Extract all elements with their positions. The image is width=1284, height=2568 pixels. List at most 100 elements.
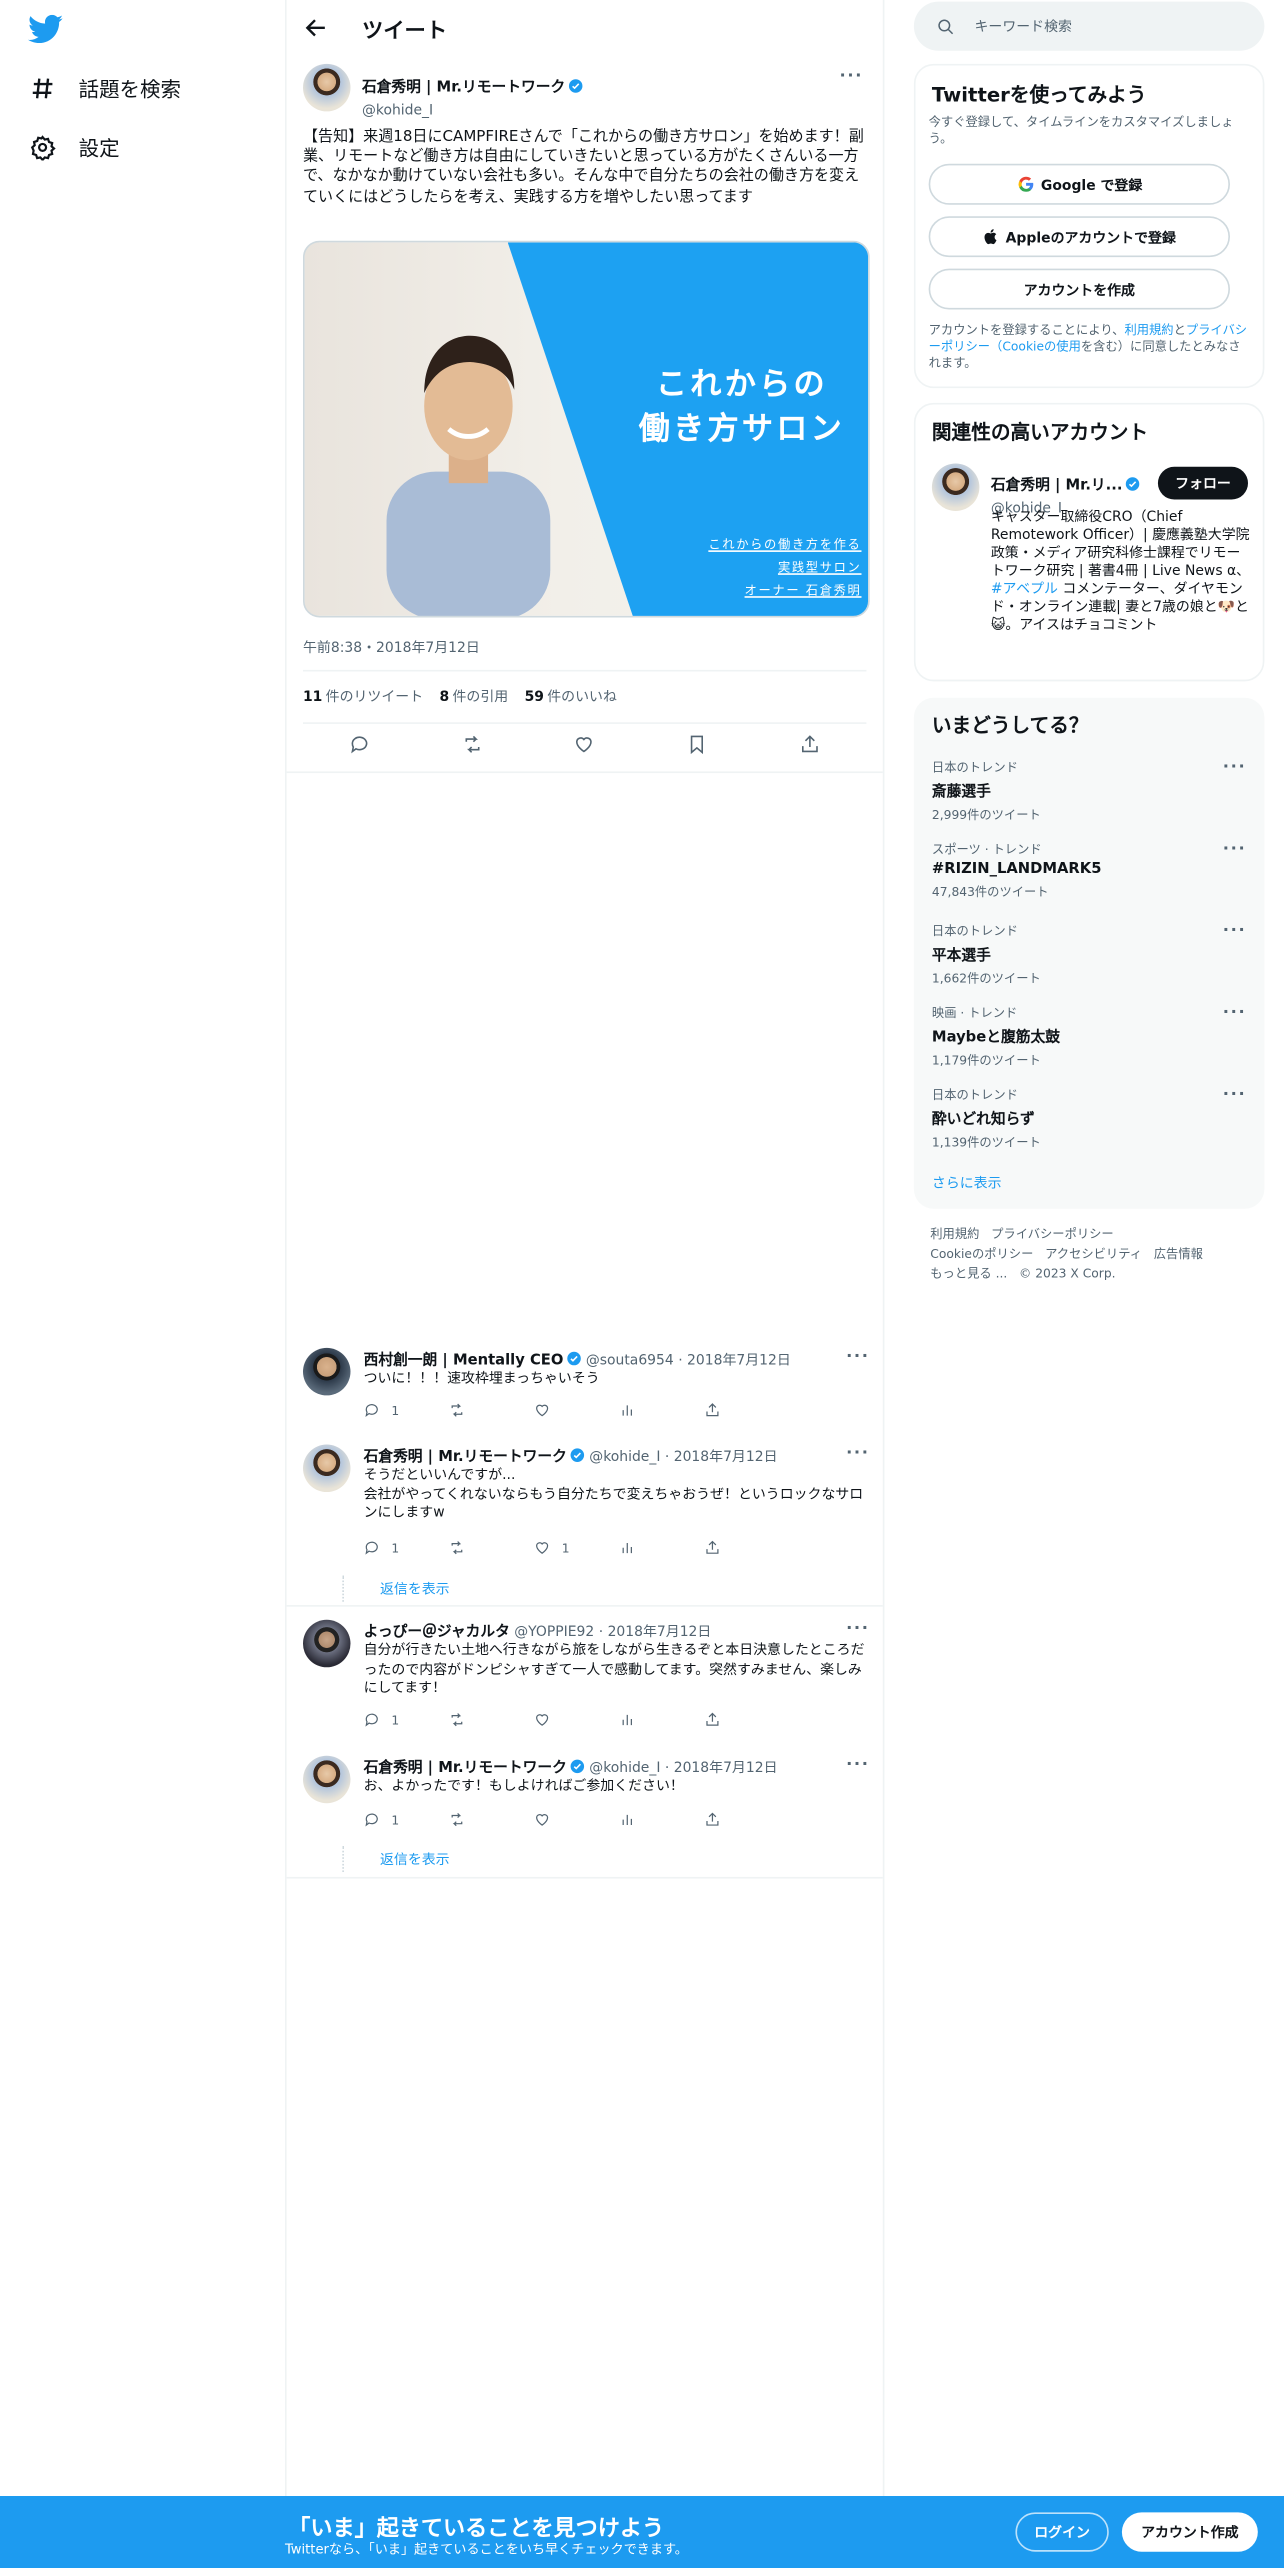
back-arrow-icon[interactable] xyxy=(303,15,329,41)
like-button[interactable] xyxy=(534,1811,619,1827)
reply-tweet[interactable]: よっぴー＠ジャカルタ @YOPPIE92 · 2018年7月12日 ··· 自分… xyxy=(302,1619,870,1735)
share-button[interactable] xyxy=(704,1402,789,1418)
like-icon[interactable] xyxy=(574,734,595,755)
reply-button[interactable]: 1 xyxy=(364,1712,449,1728)
reply-avatar[interactable] xyxy=(302,1619,351,1668)
more-options-icon[interactable]: ··· xyxy=(1223,1004,1247,1022)
footer-accessibility-link[interactable]: アクセシビリティ xyxy=(1045,1246,1142,1261)
footer-privacy-link[interactable]: プライバシーポリシー xyxy=(991,1227,1114,1242)
footer-cookie-link[interactable]: Cookieのポリシー xyxy=(930,1246,1033,1261)
author-avatar[interactable] xyxy=(302,63,351,112)
more-options-icon[interactable]: ··· xyxy=(846,1620,870,1638)
nav-explore[interactable]: 話題を検索 xyxy=(29,72,181,103)
trend-item[interactable]: 日本のトレンド 酔いどれ知らず 1,139件のツイート ··· xyxy=(932,1086,1253,1152)
reply-name[interactable]: 西村創一朗 | Mentally CEO xyxy=(364,1353,564,1369)
share-button[interactable] xyxy=(704,1712,789,1728)
reply-tweet[interactable]: 西村創一朗 | Mentally CEO @souta6954 · 2018年7… xyxy=(302,1347,870,1438)
more-options-icon[interactable]: ··· xyxy=(846,1348,870,1366)
reply-text: そうだといいんですが... 会社がやってくれないならもう自分たちで変えちゃおうぜ… xyxy=(363,1467,864,1522)
reply-avatar[interactable] xyxy=(302,1755,351,1804)
reply-handle[interactable]: @souta6954 xyxy=(586,1353,674,1369)
related-avatar[interactable] xyxy=(931,463,980,511)
reply-count: 1 xyxy=(391,1812,400,1827)
show-replies-link[interactable]: 返信を表示 xyxy=(380,1579,450,1598)
trend-item[interactable]: 日本のトレンド 斎藤選手 2,999件のツイート ··· xyxy=(932,758,1253,824)
follow-button[interactable]: フォロー xyxy=(1157,466,1249,500)
divider xyxy=(286,771,883,774)
reply-button[interactable]: 1 xyxy=(364,1540,449,1556)
like-button[interactable] xyxy=(534,1402,619,1418)
footer-ads-link[interactable]: 広告情報 xyxy=(1154,1246,1203,1261)
terms-link[interactable]: 利用規約 xyxy=(1124,323,1173,338)
bookmark-icon[interactable] xyxy=(687,734,708,755)
footer-terms-link[interactable]: 利用規約 xyxy=(930,1227,979,1242)
twitter-bird-icon[interactable] xyxy=(28,14,64,44)
more-options-icon[interactable]: ··· xyxy=(1223,922,1247,940)
footer-more-link[interactable]: もっと見る ... xyxy=(930,1266,1007,1281)
divider xyxy=(286,1605,883,1607)
top-bar: ツイート xyxy=(287,0,886,56)
signup-button[interactable]: アカウント作成 xyxy=(1121,2512,1258,2552)
trend-topic: Maybeと腹筋太鼓 xyxy=(931,1030,1060,1047)
like-button[interactable] xyxy=(534,1712,619,1728)
more-options-icon[interactable]: ··· xyxy=(840,67,864,85)
search-input[interactable]: キーワード検索 xyxy=(913,1,1265,51)
reply-tweet[interactable]: 石倉秀明 | Mr.リモートワーク @kohide_I · 2018年7月12日… xyxy=(302,1444,870,1602)
retweet-button[interactable] xyxy=(449,1402,534,1418)
reply-handle[interactable]: @YOPPIE92 xyxy=(514,1625,594,1641)
nav-settings[interactable]: 設定 xyxy=(29,131,120,162)
apple-signup-button[interactable]: Appleのアカウントで登録 xyxy=(928,216,1230,258)
create-account-button[interactable]: アカウントを作成 xyxy=(928,268,1230,310)
reply-icon[interactable] xyxy=(349,734,370,755)
reply-date[interactable]: · 2018年7月12日 xyxy=(665,1761,778,1777)
show-replies-link[interactable]: 返信を表示 xyxy=(380,1849,450,1868)
like-stat[interactable]: 59 件のいいね xyxy=(525,686,617,706)
reply-avatar[interactable] xyxy=(302,1444,351,1493)
trends-title: いまどうしてる？ xyxy=(931,714,1089,738)
trend-item[interactable]: 映画 · トレンド Maybeと腹筋太鼓 1,179件のツイート ··· xyxy=(932,1004,1253,1070)
reply-avatar[interactable] xyxy=(302,1347,351,1396)
reply-name[interactable]: 石倉秀明 | Mr.リモートワーク xyxy=(364,1761,567,1777)
quote-stat[interactable]: 8 件の引用 xyxy=(440,686,509,706)
more-options-icon[interactable]: ··· xyxy=(1223,758,1247,776)
retweet-button[interactable] xyxy=(449,1811,534,1827)
more-options-icon[interactable]: ··· xyxy=(1223,840,1247,858)
reply-button[interactable]: 1 xyxy=(364,1811,449,1827)
retweet-button[interactable] xyxy=(449,1712,534,1728)
reply-handle[interactable]: @kohide_I xyxy=(589,1449,660,1465)
like-button[interactable]: 1 xyxy=(534,1540,619,1556)
retweet-stat[interactable]: 11 件のリツイート xyxy=(303,686,423,706)
share-icon[interactable] xyxy=(799,734,820,755)
views-button[interactable] xyxy=(619,1402,704,1418)
reply-date[interactable]: · 2018年7月12日 xyxy=(599,1625,712,1641)
google-signup-button[interactable]: Google で登録 xyxy=(928,163,1230,205)
trend-item[interactable]: 日本のトレンド 平本選手 1,662件のツイート ··· xyxy=(932,922,1253,988)
more-options-icon[interactable]: ··· xyxy=(1223,1086,1247,1104)
views-button[interactable] xyxy=(619,1811,704,1827)
tweet-timestamp[interactable]: 午前8:38・2018年7月12日 xyxy=(303,637,480,656)
retweet-button[interactable] xyxy=(449,1540,534,1556)
views-button[interactable] xyxy=(619,1712,704,1728)
reply-handle[interactable]: @kohide_I xyxy=(589,1761,660,1777)
share-button[interactable] xyxy=(704,1540,789,1556)
show-more-link[interactable]: さらに表示 xyxy=(932,1173,1002,1192)
reply-date[interactable]: · 2018年7月12日 xyxy=(665,1449,778,1465)
trend-item[interactable]: スポーツ · トレンド #RIZIN_LANDMARK5 47,843件のツイート ·… xyxy=(932,840,1253,901)
reply-name[interactable]: よっぴー＠ジャカルタ xyxy=(364,1625,510,1641)
trends-panel: いまどうしてる？ 日本のトレンド 斎藤選手 2,999件のツイート ··· スポーツ … xyxy=(913,697,1265,1209)
more-options-icon[interactable]: ··· xyxy=(846,1445,870,1463)
login-button[interactable]: ログイン xyxy=(1015,2512,1109,2552)
bio-hashtag-link[interactable]: #アベプル xyxy=(991,581,1058,597)
author-info[interactable]: 石倉秀明 | Mr.リモートワーク @kohide_I xyxy=(362,67,583,120)
reply-button[interactable]: 1 xyxy=(364,1402,449,1418)
tweet-image[interactable]: これからの 働き方サロン これからの働き方を作る 実践型サロン オーナー 石倉秀… xyxy=(302,240,870,618)
reply-count: 1 xyxy=(391,1712,400,1728)
retweet-icon[interactable] xyxy=(461,734,482,755)
reply-tweet[interactable]: 石倉秀明 | Mr.リモートワーク @kohide_I · 2018年7月12日… xyxy=(302,1755,870,1877)
share-button[interactable] xyxy=(704,1811,789,1827)
reply-date[interactable]: · 2018年7月12日 xyxy=(678,1353,791,1369)
views-button[interactable] xyxy=(619,1540,704,1556)
more-options-icon[interactable]: ··· xyxy=(846,1756,870,1774)
reply-name[interactable]: 石倉秀明 | Mr.リモートワーク xyxy=(364,1449,567,1465)
like-label: 件のいいね xyxy=(547,689,617,706)
